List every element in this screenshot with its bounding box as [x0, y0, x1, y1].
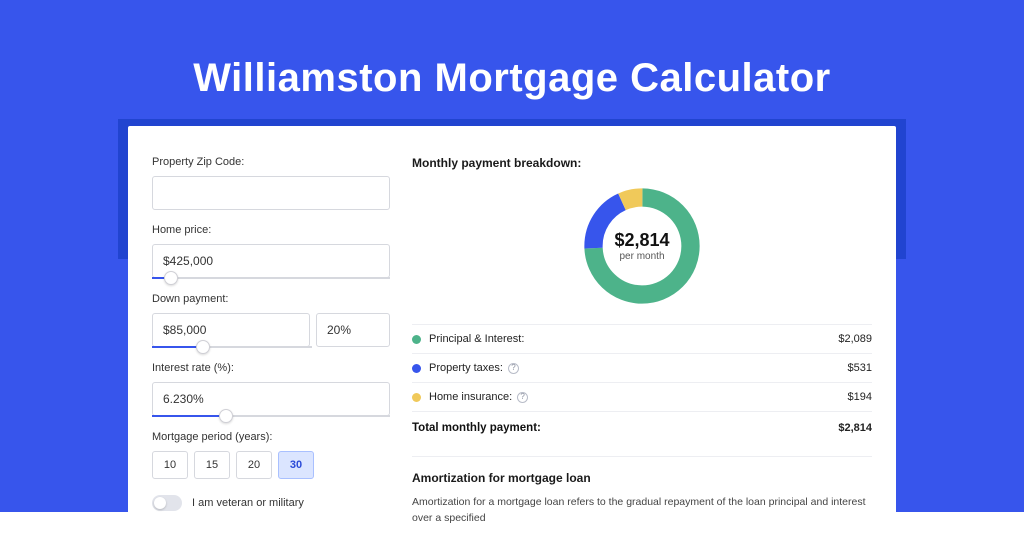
breakdown-row-principal: Principal & Interest: $2,089: [412, 324, 872, 353]
breakdown-label-text: Principal & Interest:: [429, 333, 524, 345]
donut-center: $2,814 per month: [578, 182, 706, 310]
total-label: Total monthly payment:: [412, 422, 838, 434]
down-payment-field-group: Down payment:: [152, 293, 390, 348]
breakdown-label-text: Property taxes:: [429, 362, 503, 374]
donut-chart: $2,814 per month: [578, 182, 706, 310]
breakdown-total-row: Total monthly payment: $2,814: [412, 411, 872, 438]
amortization-text: Amortization for a mortgage loan refers …: [412, 495, 872, 527]
period-option-30[interactable]: 30: [278, 451, 314, 479]
slider-thumb[interactable]: [219, 409, 233, 423]
slider-thumb[interactable]: [196, 340, 210, 354]
donut-chart-wrap: $2,814 per month: [412, 182, 872, 310]
amortization-section: Amortization for mortgage loan Amortizat…: [412, 456, 872, 527]
veteran-toggle[interactable]: [152, 495, 182, 511]
period-option-20[interactable]: 20: [236, 451, 272, 479]
down-payment-input[interactable]: [152, 313, 310, 347]
interest-field-group: Interest rate (%):: [152, 362, 390, 417]
breakdown-label-text: Home insurance:: [429, 391, 512, 403]
breakdown-value: $194: [848, 391, 872, 403]
period-field-group: Mortgage period (years): 10 15 20 30: [152, 431, 390, 479]
period-options: 10 15 20 30: [152, 451, 390, 479]
breakdown-value: $531: [848, 362, 872, 374]
info-icon[interactable]: ?: [508, 363, 519, 374]
legend-dot-green: [412, 335, 421, 344]
interest-slider[interactable]: [152, 415, 390, 417]
period-option-15[interactable]: 15: [194, 451, 230, 479]
period-option-10[interactable]: 10: [152, 451, 188, 479]
legend-dot-yellow: [412, 393, 421, 402]
legend-dot-blue: [412, 364, 421, 373]
amortization-title: Amortization for mortgage loan: [412, 471, 872, 485]
interest-input[interactable]: [152, 382, 390, 416]
page-title: Williamston Mortgage Calculator: [0, 56, 1024, 101]
total-value: $2,814: [838, 422, 872, 434]
zip-input[interactable]: [152, 176, 390, 210]
zip-field-group: Property Zip Code:: [152, 156, 390, 210]
donut-amount: $2,814: [614, 230, 669, 251]
down-payment-row: [152, 313, 390, 347]
hero-section: Williamston Mortgage Calculator Property…: [0, 0, 1024, 512]
info-icon[interactable]: ?: [517, 392, 528, 403]
breakdown-label: Property taxes: ?: [429, 362, 848, 374]
home-price-slider[interactable]: [152, 277, 390, 279]
donut-sub: per month: [619, 251, 664, 262]
form-column: Property Zip Code: Home price: Down paym…: [152, 156, 390, 527]
veteran-label: I am veteran or military: [192, 497, 304, 509]
interest-label: Interest rate (%):: [152, 362, 390, 374]
home-price-field-group: Home price:: [152, 224, 390, 279]
veteran-toggle-row: I am veteran or military: [152, 495, 390, 511]
breakdown-value: $2,089: [838, 333, 872, 345]
down-payment-label: Down payment:: [152, 293, 390, 305]
calculator-card: Property Zip Code: Home price: Down paym…: [128, 126, 896, 547]
breakdown-label: Home insurance: ?: [429, 391, 848, 403]
period-label: Mortgage period (years):: [152, 431, 390, 443]
breakdown-column: Monthly payment breakdown: $2,814 per mo…: [412, 156, 872, 527]
home-price-label: Home price:: [152, 224, 390, 236]
down-payment-pct-input[interactable]: [316, 313, 390, 347]
breakdown-row-taxes: Property taxes: ? $531: [412, 353, 872, 382]
home-price-input[interactable]: [152, 244, 390, 278]
slider-fill: [152, 415, 226, 417]
breakdown-row-insurance: Home insurance: ? $194: [412, 382, 872, 411]
down-payment-slider[interactable]: [152, 346, 312, 348]
slider-thumb[interactable]: [164, 271, 178, 285]
breakdown-label: Principal & Interest:: [429, 333, 838, 345]
zip-label: Property Zip Code:: [152, 156, 390, 168]
breakdown-title: Monthly payment breakdown:: [412, 156, 872, 170]
